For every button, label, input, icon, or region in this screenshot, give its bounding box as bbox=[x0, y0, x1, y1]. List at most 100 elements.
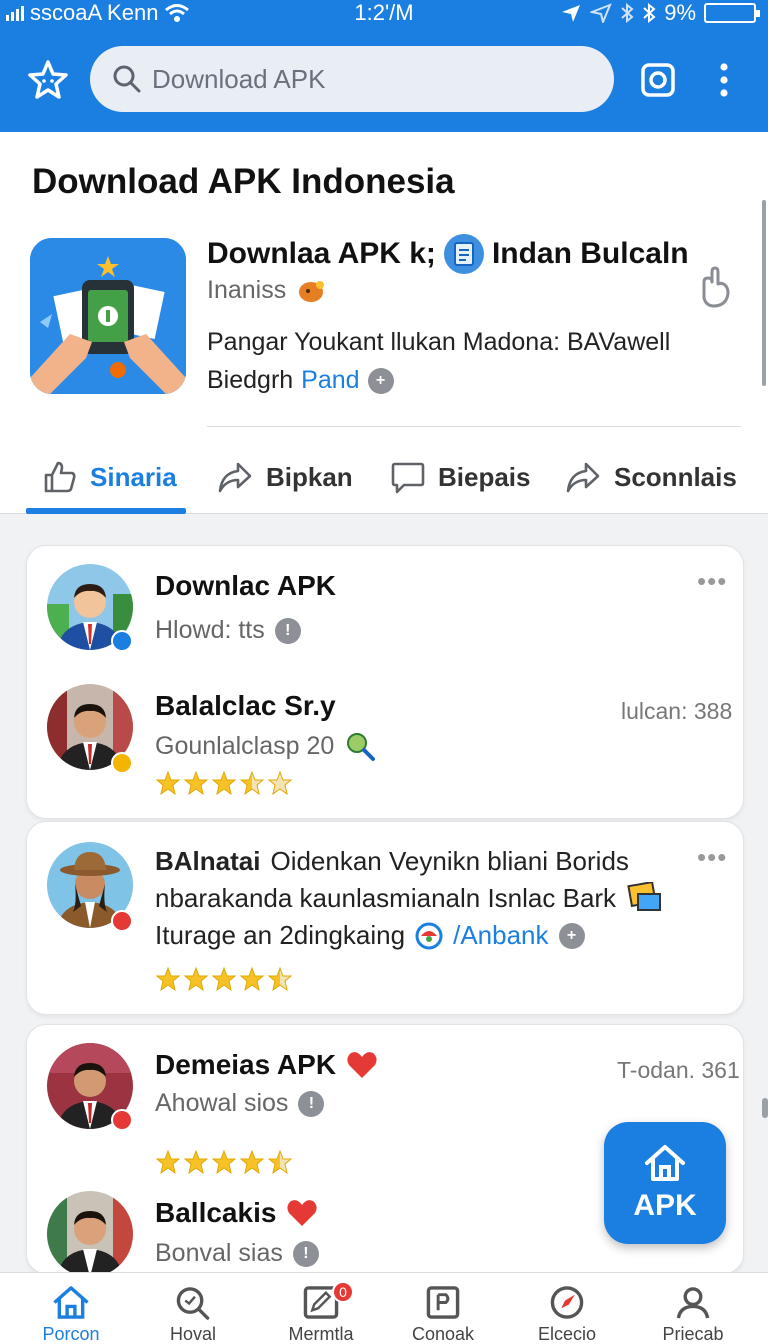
nav-item-mermtla[interactable]: Mermtla 0 bbox=[256, 1273, 386, 1344]
bottom-navigation: Porcon Hoval Mermtla 0 Conoak Elcecio Pr… bbox=[0, 1272, 768, 1344]
nav-label: Mermtla bbox=[288, 1324, 354, 1344]
more-horizontal-icon[interactable]: ••• bbox=[697, 566, 727, 597]
review-card[interactable]: Downlac APK ••• Hlowd: tts ! Balalclac S… bbox=[26, 545, 744, 819]
star-icon bbox=[183, 770, 209, 796]
nav-label: Hoval bbox=[169, 1324, 217, 1344]
home-icon bbox=[645, 1145, 685, 1181]
nav-item-hoval[interactable]: Hoval bbox=[128, 1273, 258, 1344]
reviewer-name: Downlac APK bbox=[155, 570, 336, 601]
star-logo-button[interactable] bbox=[24, 56, 72, 104]
star-icon bbox=[267, 966, 293, 992]
tab-label: Biepais bbox=[438, 461, 531, 492]
description-link[interactable]: Pand bbox=[301, 366, 359, 395]
search-input[interactable] bbox=[152, 63, 552, 95]
bluetooth-icon bbox=[621, 3, 634, 23]
info-icon[interactable]: ! bbox=[274, 617, 301, 644]
tab-sinaria[interactable]: Sinaria bbox=[42, 440, 177, 514]
avatar[interactable] bbox=[47, 1191, 133, 1273]
scroll-handle[interactable] bbox=[762, 1098, 768, 1118]
star-icon bbox=[183, 966, 209, 992]
plus-icon[interactable]: + bbox=[558, 922, 585, 949]
subtitle-text: Gounlalclasp 20 bbox=[155, 731, 335, 760]
star-icon bbox=[239, 966, 265, 992]
search-icon bbox=[176, 1287, 210, 1320]
review-text-line3: Iturage an 2dingkaing /Anbank + bbox=[155, 920, 585, 951]
app-name: Downlaa APK k; Indan Bulcaln bbox=[207, 234, 689, 274]
notification-badge: 0 bbox=[332, 1281, 354, 1303]
star-icon bbox=[155, 966, 181, 992]
thumbs-up-icon bbox=[44, 461, 76, 493]
app-description: Pangar Youkant llukan Madona: BAVawell bbox=[207, 328, 671, 356]
nav-label: Porcon bbox=[42, 1324, 100, 1344]
info-icon[interactable]: ! bbox=[292, 1240, 319, 1267]
app-description-line2: Biedgrh Pand + bbox=[207, 366, 394, 395]
divider bbox=[207, 426, 741, 427]
hand-tap-button[interactable] bbox=[694, 264, 736, 310]
developer-name: Inaniss bbox=[207, 276, 287, 304]
nav-label: Priecab bbox=[662, 1324, 724, 1344]
tag-icon bbox=[299, 280, 325, 302]
bluetooth-icon-2 bbox=[643, 3, 656, 23]
review-card[interactable]: BAlnatai Oidenkan Veynikn bliani Borids … bbox=[26, 821, 744, 1015]
camera-button[interactable] bbox=[636, 58, 680, 102]
share-icon bbox=[218, 462, 252, 493]
status-bar: sscoaA Kenn 1:2'/M 9% bbox=[0, 0, 768, 26]
document-icon bbox=[426, 1286, 460, 1319]
review-text-line2: nbarakanda kaunlasmianaln Isnlac Bark bbox=[155, 882, 664, 914]
app-header-card: Download APK Indonesia Downlaa APK k; In… bbox=[0, 132, 768, 514]
info-icon[interactable]: ! bbox=[298, 1090, 325, 1117]
star-icon bbox=[211, 1149, 237, 1175]
more-menu-button[interactable] bbox=[708, 58, 740, 102]
star-icon bbox=[239, 1149, 265, 1175]
subtitle-text: Bonval sias bbox=[155, 1239, 283, 1267]
star-icon bbox=[211, 966, 237, 992]
star-rating bbox=[155, 770, 293, 796]
star-rating bbox=[155, 1149, 293, 1175]
star-icon bbox=[267, 1149, 293, 1175]
heart-icon bbox=[347, 1052, 377, 1078]
page-title: Download APK Indonesia bbox=[32, 162, 455, 201]
profile-icon bbox=[676, 1287, 710, 1319]
tab-bipkan[interactable]: Bipkan bbox=[216, 440, 353, 514]
battery-icon bbox=[704, 3, 760, 23]
badge-icon bbox=[111, 752, 133, 774]
nav-item-conoak[interactable]: Conoak bbox=[378, 1273, 508, 1344]
star-rating bbox=[155, 966, 293, 992]
star-icon bbox=[28, 60, 68, 99]
name-text: Demeias APK bbox=[155, 1049, 337, 1080]
app-icon[interactable] bbox=[30, 238, 186, 394]
tab-sconnlais[interactable]: Sconnlais bbox=[564, 440, 737, 514]
top-app-bar: sscoaA Kenn 1:2'/M 9% bbox=[0, 0, 768, 132]
review-subtitle: Gounlalclasp 20 bbox=[155, 730, 376, 762]
heart-icon bbox=[287, 1200, 318, 1226]
review-meta: T-odan. 361 bbox=[617, 1057, 740, 1083]
home-icon bbox=[53, 1286, 89, 1319]
tab-label: Bipkan bbox=[266, 461, 353, 492]
document-badge-icon bbox=[443, 234, 484, 274]
more-horizontal-icon[interactable]: ••• bbox=[697, 842, 727, 873]
tab-bar: Sinaria Bipkan Biepais Sconnlais bbox=[0, 440, 768, 514]
nav-item-elcecio[interactable]: Elcecio bbox=[502, 1273, 632, 1344]
compass-icon bbox=[550, 1286, 584, 1319]
review-subtitle: Ahowal sios ! bbox=[155, 1089, 325, 1118]
plus-icon[interactable]: + bbox=[367, 367, 394, 394]
nav-item-priecab[interactable]: Priecab bbox=[628, 1273, 758, 1344]
search-icon bbox=[113, 65, 141, 93]
hand-icon bbox=[702, 266, 730, 308]
more-vertical-icon bbox=[720, 63, 728, 97]
tab-biepais[interactable]: Biepais bbox=[390, 440, 531, 514]
nav-item-porcon[interactable]: Porcon bbox=[6, 1273, 136, 1344]
comment-icon bbox=[391, 462, 425, 494]
subtitle-text: Ahowal sios bbox=[155, 1089, 289, 1117]
app-name-part1: Downlaa APK k; bbox=[207, 237, 436, 270]
badge-icon bbox=[111, 1109, 133, 1131]
subtitle-text: Hlowd: tts bbox=[155, 616, 265, 644]
nav-label: Conoak bbox=[411, 1324, 475, 1344]
location-icon bbox=[562, 5, 581, 22]
review-text: nbarakanda kaunlasmianaln Isnlac Bark bbox=[155, 882, 617, 913]
search-bar[interactable] bbox=[90, 46, 614, 112]
review-link[interactable]: /Anbank bbox=[453, 920, 548, 951]
nav-label: Elcecio bbox=[537, 1324, 597, 1344]
star-icon bbox=[183, 1149, 209, 1175]
apk-fab-button[interactable]: APK bbox=[604, 1122, 726, 1244]
